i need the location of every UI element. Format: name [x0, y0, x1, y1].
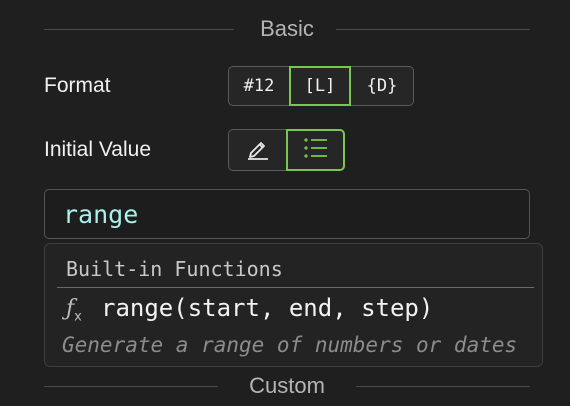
- initial-value-toggle-group: [228, 129, 345, 171]
- basic-section-header: Basic: [44, 17, 530, 41]
- initial-value-label: Initial Value: [44, 138, 152, 161]
- edit-mode-button[interactable]: [228, 129, 287, 171]
- format-toggle-group: #12 [L] {D}: [228, 66, 414, 108]
- format-number-button[interactable]: #12: [228, 66, 290, 106]
- pencil-icon: [245, 135, 271, 166]
- autocomplete-dropdown: Built-in Functions ƒx range(start, end, …: [44, 243, 543, 367]
- list-icon: [302, 136, 330, 165]
- format-dict-button[interactable]: {D}: [350, 66, 414, 106]
- divider-right: [356, 386, 530, 387]
- suggestion-item[interactable]: ƒx range(start, end, step) Generate a ra…: [45, 288, 542, 366]
- format-label: Format: [44, 74, 111, 97]
- suggestion-signature: range(start, end, step): [101, 294, 434, 322]
- list-mode-button[interactable]: [286, 129, 345, 171]
- custom-section-header: Custom: [44, 374, 530, 398]
- function-icon: ƒx: [66, 296, 82, 325]
- format-list-button[interactable]: [L]: [289, 66, 351, 106]
- suggestion-group-heading: Built-in Functions: [66, 257, 283, 281]
- settings-panel: Basic Format #12 [L] {D} Initial Value r…: [0, 0, 570, 406]
- initial-value-input[interactable]: [44, 189, 530, 239]
- suggestion-description: Generate a range of numbers or dates: [62, 333, 518, 357]
- divider-right: [336, 29, 530, 30]
